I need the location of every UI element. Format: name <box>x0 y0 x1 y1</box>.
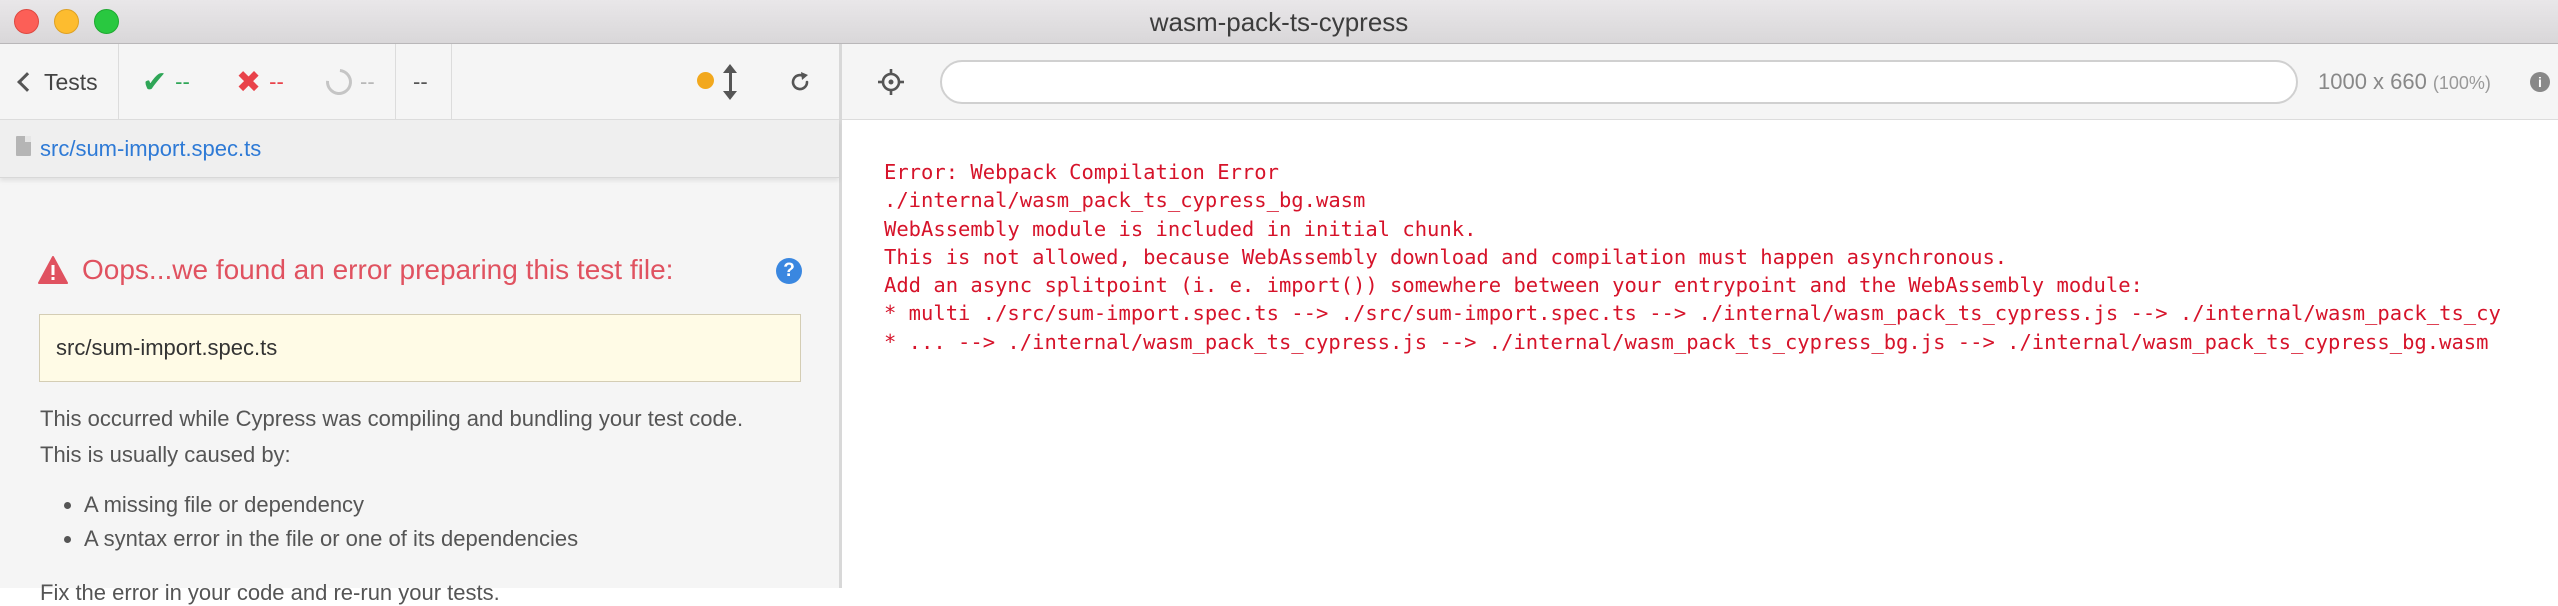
aut-header: 1000 x 660 (100%) i <box>842 44 2558 120</box>
error-spec-file: src/sum-import.spec.ts <box>39 314 801 382</box>
passed-count-value: -- <box>175 69 190 94</box>
reporter-header: Tests ✔ -- ✖ -- -- -- <box>0 44 839 120</box>
header-divider <box>395 44 396 120</box>
output-line: * ... --> ./internal/wasm_pack_ts_cypres… <box>884 329 2489 354</box>
error-causes-list: A missing file or dependency A syntax er… <box>40 488 578 556</box>
chevron-left-icon <box>17 72 37 92</box>
back-to-tests-label: Tests <box>44 68 98 95</box>
output-line: WebAssembly module is included in initia… <box>884 216 1477 241</box>
back-to-tests-button[interactable]: Tests <box>16 44 98 120</box>
cross-icon: ✖ <box>236 65 262 99</box>
run-status-dot <box>697 72 714 89</box>
file-icon <box>16 136 31 156</box>
viewport-size: 1000 x 660 <box>2318 69 2427 94</box>
rerun-icon[interactable] <box>788 70 812 94</box>
info-icon[interactable]: i <box>2530 72 2550 92</box>
pending-count: -- <box>320 44 375 120</box>
compilation-error-output: Error: Webpack Compilation Error ./inter… <box>884 158 2501 356</box>
error-description: This occurred while Cypress was compilin… <box>40 406 744 431</box>
output-line: ./internal/wasm_pack_ts_cypress_bg.wasm <box>884 188 1366 213</box>
app-under-test-panel: 1000 x 660 (100%) i Error: Webpack Compil… <box>842 44 2558 588</box>
check-icon: ✔ <box>142 65 168 99</box>
spec-file-bar: src/sum-import.spec.ts <box>0 120 839 178</box>
list-item: A syntax error in the file or one of its… <box>84 522 578 556</box>
output-line: This is not allowed, because WebAssembly… <box>884 244 2008 269</box>
spec-file-link[interactable]: src/sum-import.spec.ts <box>40 120 261 178</box>
error-title: Oops...we found an error preparing this … <box>82 254 674 285</box>
viewport-scale: (100%) <box>2432 73 2491 93</box>
warning-icon <box>38 256 68 284</box>
reporter-panel: Tests ✔ -- ✖ -- -- -- src/sum-import.spe… <box>0 44 842 605</box>
selector-playground-icon[interactable] <box>877 68 905 96</box>
failed-count: ✖ -- <box>236 44 284 120</box>
url-input[interactable] <box>940 60 2298 104</box>
output-line: * multi ./src/sum-import.spec.ts --> ./s… <box>884 301 2501 326</box>
header-divider <box>451 44 452 120</box>
help-icon[interactable]: ? <box>776 258 802 284</box>
list-item: A missing file or dependency <box>84 488 578 522</box>
header-divider <box>118 44 119 120</box>
duration: -- <box>413 69 428 94</box>
error-title-row: Oops...we found an error preparing this … <box>38 254 673 286</box>
pending-count-value: -- <box>360 69 375 94</box>
output-line: Error: Webpack Compilation Error <box>884 160 1279 184</box>
window-titlebar: wasm-pack-ts-cypress <box>0 0 2558 44</box>
pending-spinner-icon <box>320 63 358 101</box>
viewport-info: 1000 x 660 (100%) <box>2318 44 2491 120</box>
failed-count-value: -- <box>269 69 284 94</box>
error-cause-intro: This is usually caused by: <box>40 442 291 467</box>
auto-scroll-toggle-icon[interactable] <box>722 62 738 102</box>
error-fix-hint: Fix the error in your code and re-run yo… <box>40 580 500 605</box>
output-line: Add an async splitpoint (i. e. import())… <box>884 273 2143 298</box>
passed-count: ✔ -- <box>142 44 190 120</box>
window-title: wasm-pack-ts-cypress <box>1149 7 1409 37</box>
